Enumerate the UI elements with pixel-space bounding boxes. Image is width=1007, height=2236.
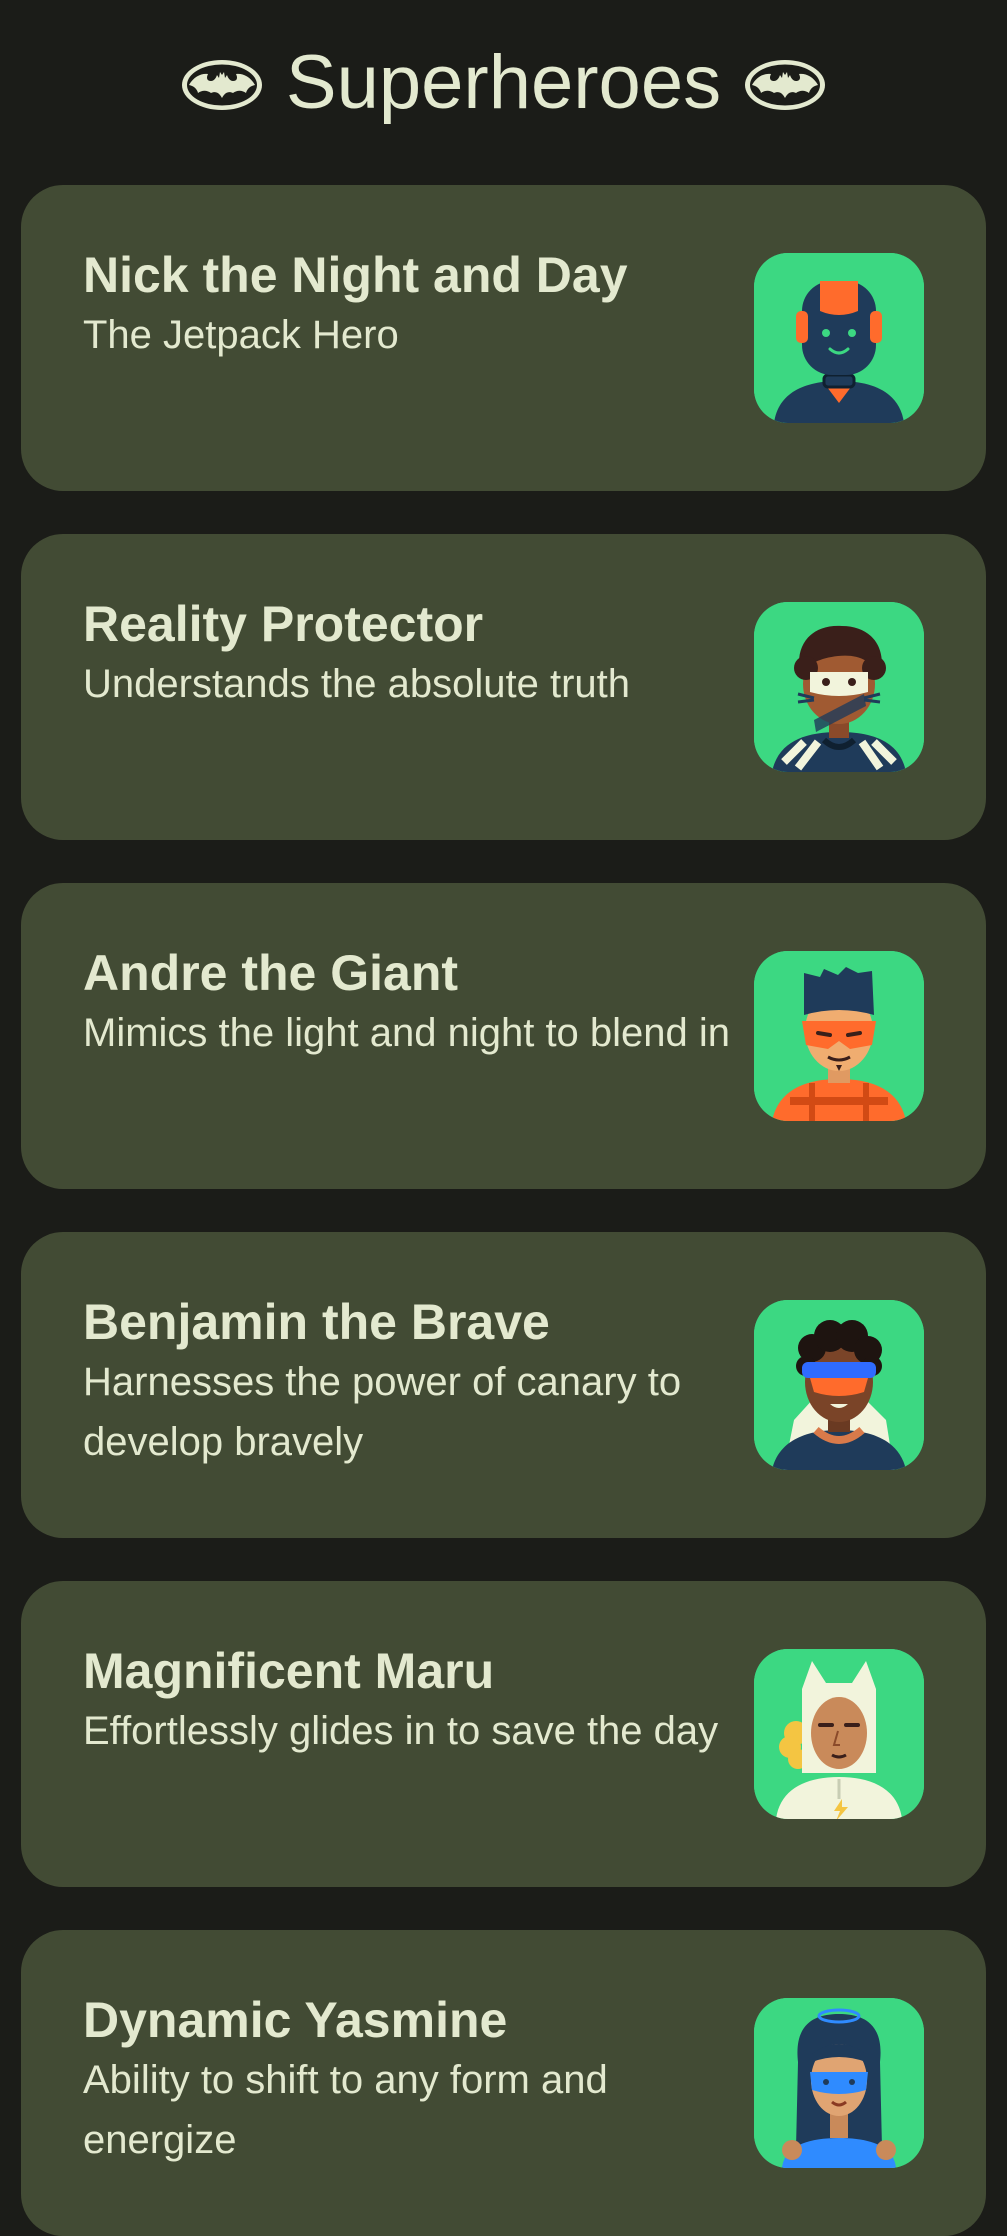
hero-card[interactable]: Magnificent Maru Effortlessly glides in … [21,1581,986,1887]
hero-name: Reality Protector [83,596,484,652]
hero-description: Harnesses the power of canary to develop… [83,1359,682,1464]
top-app-bar: Superheroes [0,0,1007,170]
hero-card[interactable]: Andre the Giant Mimics the light and nig… [21,883,986,1189]
hero-name: Dynamic Yasmine [83,1992,508,2048]
orange-mask-hero-avatar [754,951,924,1121]
goggles-hero-avatar [754,1300,924,1470]
hero-name: Magnificent Maru [83,1643,495,1699]
blue-mask-hero-avatar [754,1998,924,2168]
hero-description: Ability to shift to any form and energiz… [83,2057,608,2162]
hero-name: Benjamin the Brave [83,1294,550,1350]
robot-hero-avatar [754,253,924,423]
hero-card[interactable]: Nick the Night and Day The Jetpack Hero [21,185,986,491]
hero-card[interactable]: Benjamin the Brave Harnesses the power o… [21,1232,986,1538]
hero-name: Nick the Night and Day [83,247,628,303]
hero-description: Effortlessly glides in to save the day [83,1708,719,1753]
curly-hair-mask-hero-avatar [754,602,924,772]
bat-icon [745,60,826,110]
hero-card[interactable]: Reality Protector Understands the absolu… [21,534,986,840]
app-title: Superheroes [285,40,722,125]
hero-description: The Jetpack Hero [83,312,399,357]
hero-description: Mimics the light and night to blend in [83,1010,731,1055]
hero-card[interactable]: Dynamic Yasmine Ability to shift to any … [21,1930,986,2236]
hero-description: Understands the absolute truth [83,661,631,706]
bat-icon [181,60,262,110]
hero-name: Andre the Giant [83,945,459,1001]
cat-hood-hero-avatar [754,1649,924,1819]
